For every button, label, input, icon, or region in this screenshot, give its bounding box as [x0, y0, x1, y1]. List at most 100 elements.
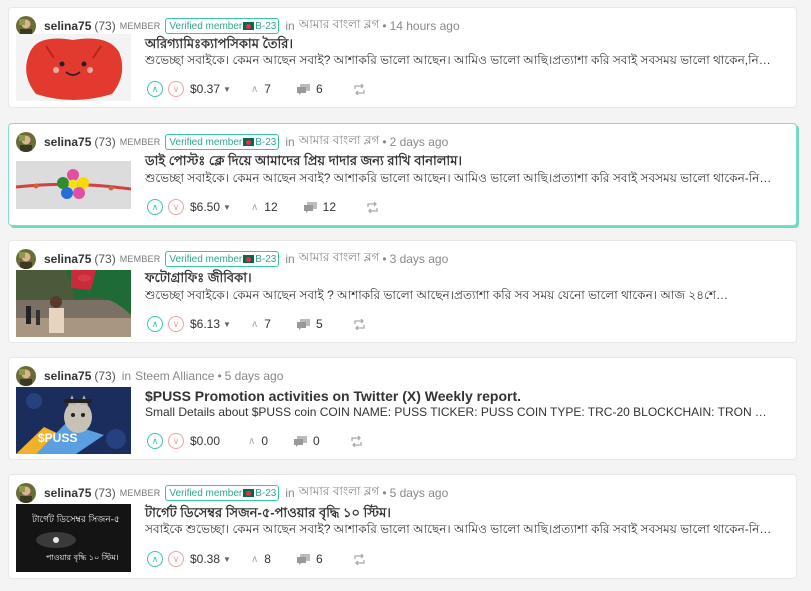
votes-count[interactable]: ∧ 8 — [251, 552, 271, 566]
author-role: MEMBER — [119, 21, 161, 31]
community-link[interactable]: আমার বাংলা ব্লগ — [299, 16, 380, 36]
upvote-icon[interactable]: ∧ — [147, 433, 163, 449]
post-thumbnail[interactable]: $PUSS — [16, 387, 131, 454]
post-time[interactable]: 3 days ago — [390, 252, 449, 266]
author-name[interactable]: selina75 — [44, 486, 91, 500]
downvote-icon[interactable]: ∨ — [168, 199, 184, 215]
payout-value[interactable]: $0.38 — [190, 552, 220, 566]
upvote-icon[interactable]: ∧ — [147, 199, 163, 215]
post-title[interactable]: $PUSS Promotion activities on Twitter (X… — [145, 388, 521, 404]
comments-count[interactable]: 6 — [296, 82, 323, 96]
post-summary[interactable]: Small Details about $PUSS coin COIN NAME… — [145, 405, 773, 419]
post-time[interactable]: 5 days ago — [225, 369, 284, 383]
upvote-icon[interactable]: ∧ — [147, 316, 163, 332]
votes-chevron-icon: ∧ — [248, 435, 256, 447]
community-link[interactable]: আমার বাংলা ব্লগ — [299, 483, 380, 503]
badge-label: Verified member — [169, 253, 243, 265]
votes-value: 8 — [264, 552, 271, 566]
comments-count[interactable]: 5 — [296, 317, 323, 331]
post-time[interactable]: 5 days ago — [390, 486, 449, 500]
reblog-icon[interactable] — [353, 318, 366, 330]
votes-count[interactable]: ∧ 0 — [248, 434, 268, 448]
bangladesh-flag-icon — [243, 22, 255, 30]
comments-icon — [296, 318, 310, 330]
author-name[interactable]: selina75 — [44, 369, 91, 383]
comments-count[interactable]: 6 — [296, 552, 323, 566]
author-name[interactable]: selina75 — [44, 135, 91, 149]
votes-count[interactable]: ∧ 7 — [251, 317, 271, 331]
votes-chevron-icon: ∧ — [250, 83, 259, 95]
in-label: in — [285, 486, 295, 500]
post-card: selina75 (73) MEMBER Verified member B-2… — [8, 474, 797, 579]
downvote-icon[interactable]: ∨ — [168, 551, 184, 567]
comments-value: 5 — [315, 317, 323, 331]
separator-dot: • — [217, 369, 222, 383]
reblog-icon[interactable] — [366, 201, 379, 213]
post-time[interactable]: 14 hours ago — [390, 19, 460, 33]
avatar[interactable] — [16, 16, 36, 36]
post-summary[interactable]: শুভেচ্ছা সবাইকে। কেমন আছেন সবাই? আশাকরি … — [145, 52, 773, 72]
community-link[interactable]: Steem Alliance — [135, 369, 214, 383]
verified-badge: Verified member B-23 — [165, 251, 280, 267]
post-thumbnail[interactable] — [16, 270, 131, 337]
payout-value[interactable]: $6.13 — [190, 317, 220, 331]
post-thumbnail[interactable]: টার্গেট ডিসেম্বর সিজন-৫ পাওয়ার বৃদ্ধি ১… — [16, 504, 131, 572]
comments-value: 12 — [322, 200, 336, 214]
downvote-icon[interactable]: ∨ — [168, 433, 184, 449]
post-thumbnail[interactable] — [16, 34, 131, 101]
verified-badge: Verified member B-23 — [165, 485, 280, 501]
thumbnail-line-2: পাওয়ার বৃদ্ধি ১০ স্টিম। — [46, 553, 119, 562]
author-role: MEMBER — [119, 137, 161, 147]
upvote-icon[interactable]: ∧ — [147, 81, 163, 97]
post-header: selina75 (73) MEMBER Verified member B-2… — [16, 16, 460, 36]
comments-count[interactable]: 12 — [303, 200, 336, 214]
caret-down-icon[interactable]: ▼ — [223, 85, 231, 94]
comments-icon — [294, 435, 308, 447]
community-link[interactable]: আমার বাংলা ব্লগ — [299, 132, 380, 152]
post-card: selina75 (73) MEMBER Verified member B-2… — [8, 7, 797, 108]
author-name[interactable]: selina75 — [44, 19, 91, 33]
community-link[interactable]: আমার বাংলা ব্লগ — [299, 249, 380, 269]
author-reputation: (73) — [94, 369, 116, 383]
post-card: selina75 (73) in Steem Alliance • 5 days… — [8, 357, 797, 460]
caret-down-icon[interactable]: ▼ — [223, 555, 231, 564]
post-thumbnail[interactable] — [16, 161, 131, 209]
post-card: selina75 (73) MEMBER Verified member B-2… — [8, 123, 797, 226]
post-summary[interactable]: শুভেচ্ছা সবাইকে। কেমন আছেন সবাই ? আশাকরি… — [145, 287, 773, 307]
post-time[interactable]: 2 days ago — [390, 135, 449, 149]
post-summary[interactable]: শুভেচ্ছা সবাইকে। কেমন আছেন সবাই? আশাকরি … — [145, 170, 773, 190]
votes-chevron-icon: ∧ — [250, 553, 259, 565]
post-summary[interactable]: সবাইকে শুভেচ্ছা। কেমন আছেন সবাই? আশাকরি … — [145, 521, 773, 541]
avatar[interactable] — [16, 249, 36, 269]
author-reputation: (73) — [94, 135, 116, 149]
payout-value[interactable]: $6.50 — [190, 200, 220, 214]
badge-code: B-23 — [255, 253, 277, 265]
in-label: in — [285, 135, 295, 149]
post-footer: ∧ ∨ $0.38 ▼ ∧ 8 6 — [147, 551, 366, 567]
bangladesh-flag-icon — [243, 138, 255, 146]
reblog-icon[interactable] — [353, 553, 366, 565]
avatar[interactable] — [16, 132, 36, 152]
verified-badge: Verified member B-23 — [165, 134, 280, 150]
payout-value[interactable]: $0.00 — [190, 434, 220, 448]
badge-code: B-23 — [255, 20, 277, 32]
payout-value[interactable]: $0.37 — [190, 82, 220, 96]
upvote-icon[interactable]: ∧ — [147, 551, 163, 567]
votes-value: 0 — [261, 434, 269, 448]
downvote-icon[interactable]: ∨ — [168, 81, 184, 97]
post-footer: ∧ ∨ $0.00 ∧ 0 0 — [147, 433, 363, 449]
caret-down-icon[interactable]: ▼ — [223, 320, 231, 329]
reblog-icon[interactable] — [353, 83, 366, 95]
votes-value: 12 — [264, 200, 278, 214]
avatar[interactable] — [16, 366, 36, 386]
comments-count[interactable]: 0 — [294, 434, 320, 448]
comments-icon — [296, 553, 310, 565]
downvote-icon[interactable]: ∨ — [168, 316, 184, 332]
verified-badge: Verified member B-23 — [165, 18, 280, 34]
avatar[interactable] — [16, 483, 36, 503]
author-name[interactable]: selina75 — [44, 252, 91, 266]
votes-count[interactable]: ∧ 7 — [251, 82, 271, 96]
reblog-icon[interactable] — [350, 435, 363, 447]
caret-down-icon[interactable]: ▼ — [223, 203, 231, 212]
votes-count[interactable]: ∧ 12 — [251, 200, 278, 214]
